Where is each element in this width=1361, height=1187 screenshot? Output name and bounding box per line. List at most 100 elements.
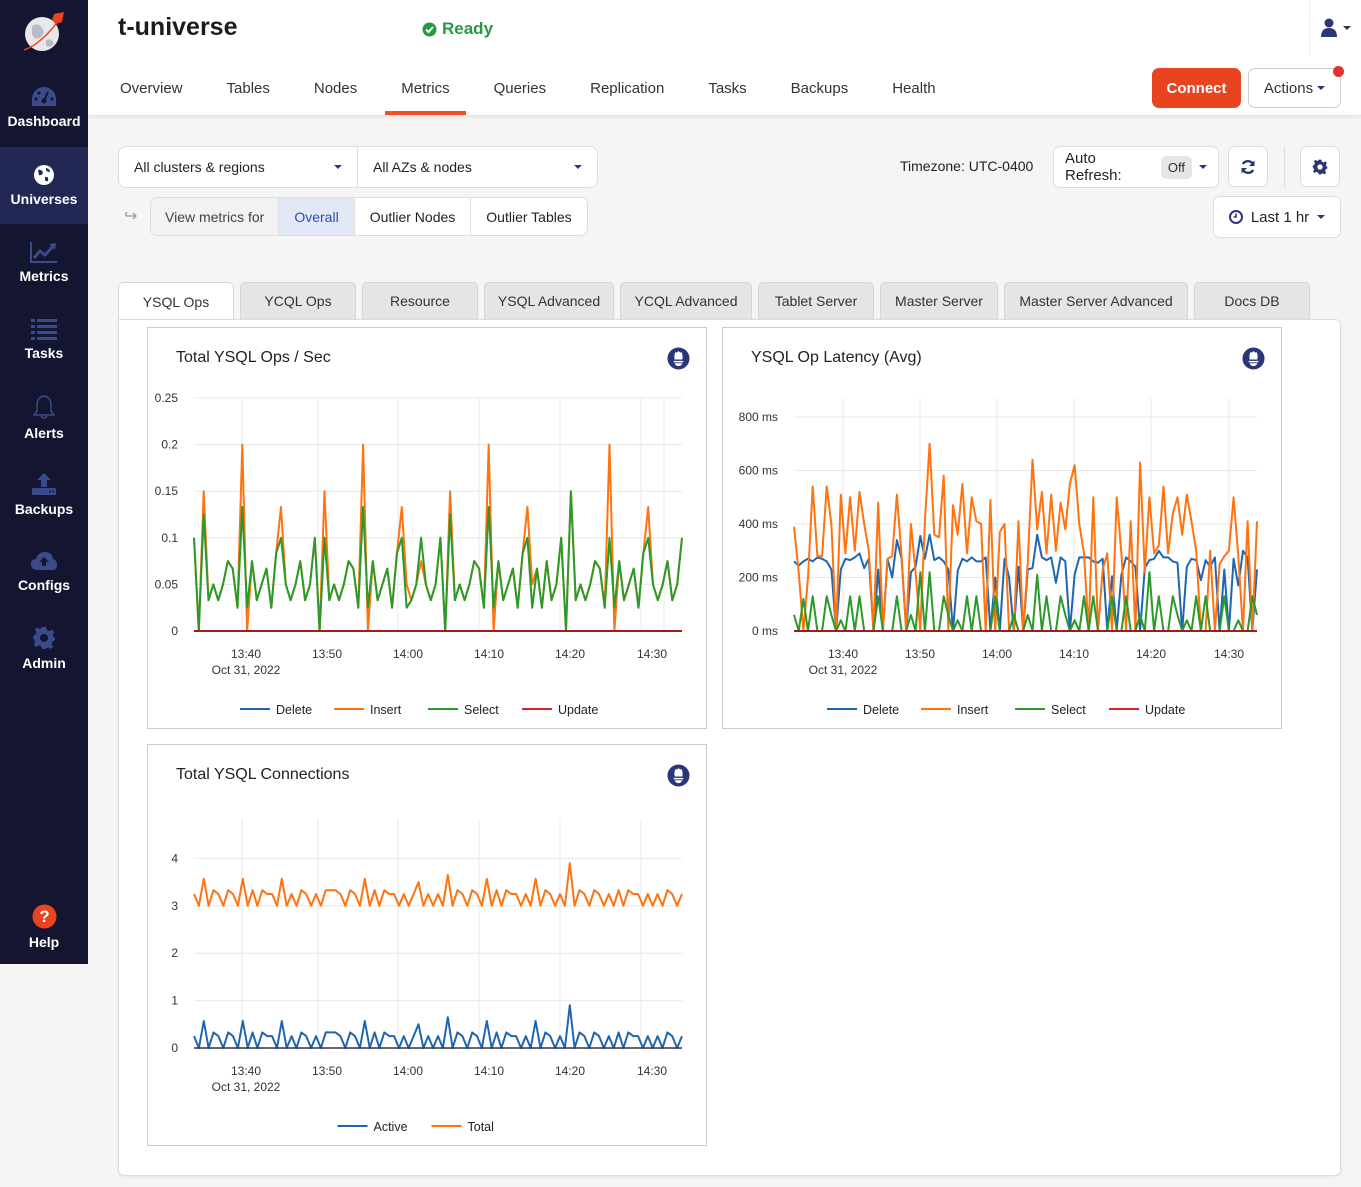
x-date-label: Oct 31, 2022 xyxy=(212,663,281,677)
az-node-select[interactable]: All AZs & nodes xyxy=(358,146,598,188)
tab-metrics[interactable]: Metrics xyxy=(385,70,466,115)
x-tick-label: 14:20 xyxy=(555,647,585,661)
y-tick-label: 600 ms xyxy=(739,464,778,478)
tab-tables[interactable]: Tables xyxy=(211,70,286,115)
refresh-icon xyxy=(1241,159,1255,174)
y-tick-label: 2 xyxy=(171,946,178,960)
chevron-down-icon xyxy=(1317,86,1326,90)
connect-button[interactable]: Connect xyxy=(1152,68,1241,108)
chart-line-icon xyxy=(30,242,57,263)
y-tick-label: 0 ms xyxy=(752,624,778,638)
y-tick-label: 200 ms xyxy=(739,571,778,585)
metric-tab-master-server[interactable]: Master Server xyxy=(880,282,998,319)
sidebar-item-label: Alerts xyxy=(24,425,64,441)
metric-tab-docs-db[interactable]: Docs DB xyxy=(1194,282,1310,319)
x-tick-label: 13:50 xyxy=(905,647,935,661)
metric-tab-ysql-advanced[interactable]: YSQL Advanced xyxy=(484,282,614,319)
sidebar-item-metrics[interactable]: Metrics xyxy=(0,224,88,301)
x-tick-label: 14:20 xyxy=(1136,647,1166,661)
legend-label-active: Active xyxy=(374,1120,408,1134)
x-date-label: Oct 31, 2022 xyxy=(809,663,878,677)
metric-tab-resource[interactable]: Resource xyxy=(362,282,478,319)
legend-label-delete: Delete xyxy=(863,703,899,717)
tab-nodes[interactable]: Nodes xyxy=(298,70,373,115)
x-tick-label: 14:10 xyxy=(474,1064,504,1078)
view-outlier-tables-option[interactable]: Outlier Tables xyxy=(471,198,586,235)
y-tick-label: 0.1 xyxy=(161,531,178,545)
y-tick-label: 800 ms xyxy=(739,410,778,424)
az-node-value: All AZs & nodes xyxy=(373,159,472,175)
view-outlier-nodes-option[interactable]: Outlier Nodes xyxy=(355,198,472,235)
upload-icon xyxy=(32,473,56,495)
x-tick-label: 14:30 xyxy=(637,647,667,661)
clock-icon xyxy=(1228,210,1243,224)
view-overall-option[interactable]: Overall xyxy=(279,198,355,235)
actions-label: Actions xyxy=(1263,79,1314,97)
tab-queries[interactable]: Queries xyxy=(478,70,563,115)
check-circle-icon xyxy=(422,22,437,36)
chart-card-ysql-latency: YSQL Op Latency (Avg) 0 ms 200 ms 400 ms 60… xyxy=(722,327,1282,729)
series-line-total xyxy=(193,862,683,907)
series-line-active xyxy=(193,1004,683,1049)
metric-tab-master-server-advanced[interactable]: Master Server Advanced xyxy=(1004,282,1188,319)
notification-dot xyxy=(1333,66,1344,77)
globe-icon xyxy=(34,165,54,185)
x-date-label: Oct 31, 2022 xyxy=(212,1080,281,1094)
metric-tab-ycql-ops[interactable]: YCQL Ops xyxy=(240,282,356,319)
chevron-down-icon xyxy=(1342,26,1351,30)
sidebar-item-configs[interactable]: Configs xyxy=(0,533,88,610)
time-range-select[interactable]: Last 1 hr xyxy=(1213,196,1341,238)
chevron-down-icon xyxy=(334,165,342,169)
metric-tab-tablet-server[interactable]: Tablet Server xyxy=(758,282,874,319)
y-tick-label: 0.15 xyxy=(155,484,179,498)
x-tick-label: 14:10 xyxy=(1059,647,1089,661)
ysql-connections-chart: 0 1 2 3 4 13:40 13:50 14:00 14:10 14:20 14:30 Oct 3… xyxy=(171,819,683,1134)
legend-label-total: Total xyxy=(468,1120,494,1134)
series-line-select xyxy=(193,490,683,632)
actions-button[interactable]: Actions xyxy=(1248,68,1341,108)
view-metrics-for-toggle: View metrics for Overall Outlier Nodes O… xyxy=(150,197,588,236)
x-tick-label: 14:10 xyxy=(474,647,504,661)
timezone-label: Timezone: UTC-0400 xyxy=(900,158,1034,174)
status-badge: Ready xyxy=(422,19,493,39)
cloud-upload-icon xyxy=(31,552,57,570)
user-menu[interactable] xyxy=(1309,0,1361,56)
sidebar-item-label: Help xyxy=(28,933,60,950)
legend-label-select: Select xyxy=(1051,703,1086,717)
tab-health[interactable]: Health xyxy=(876,70,951,115)
sidebar-item-universes[interactable]: Universes xyxy=(0,147,88,224)
y-tick-label: 0 xyxy=(171,1041,178,1055)
universe-header: t-universe Ready Overview Tables Nodes M… xyxy=(88,0,1361,116)
ysql-latency-chart: 0 ms 200 ms 400 ms 600 ms 800 ms 13:40 13:50 14… xyxy=(739,398,1258,717)
tab-backups[interactable]: Backups xyxy=(775,70,865,115)
sidebar-item-backups[interactable]: Backups xyxy=(0,456,88,533)
sidebar-item-admin[interactable]: Admin xyxy=(0,610,88,687)
metric-tab-ysql-ops[interactable]: YSQL Ops xyxy=(118,282,234,320)
metric-tab-ycql-advanced[interactable]: YCQL Advanced xyxy=(620,282,752,319)
yugabyte-logo[interactable] xyxy=(22,10,66,54)
sidebar-item-dashboard[interactable]: Dashboard xyxy=(0,69,88,146)
y-tick-label: 0.2 xyxy=(161,438,178,452)
tab-overview[interactable]: Overview xyxy=(104,70,199,115)
settings-button[interactable] xyxy=(1300,146,1340,187)
legend-label-select: Select xyxy=(464,703,499,717)
sidebar: Dashboard Universes Metrics Tasks Alerts… xyxy=(0,0,88,964)
universe-name: t-universe xyxy=(118,13,238,41)
tab-replication[interactable]: Replication xyxy=(574,70,680,115)
gear-icon xyxy=(1312,159,1328,174)
cluster-region-value: All clusters & regions xyxy=(134,159,265,175)
y-tick-label: 0.05 xyxy=(155,577,179,591)
auto-refresh-select[interactable]: Auto Refresh: Off xyxy=(1053,146,1219,188)
sidebar-item-tasks[interactable]: Tasks xyxy=(0,301,88,378)
x-tick-label: 14:20 xyxy=(555,1064,585,1078)
view-metrics-label: View metrics for xyxy=(151,198,280,235)
cluster-region-select[interactable]: All clusters & regions xyxy=(118,146,358,188)
sidebar-item-label: Admin xyxy=(22,655,66,671)
chevron-down-icon xyxy=(574,165,582,169)
user-icon xyxy=(1320,18,1337,37)
tab-tasks[interactable]: Tasks xyxy=(692,70,762,115)
refresh-button[interactable] xyxy=(1228,146,1268,187)
sidebar-item-alerts[interactable]: Alerts xyxy=(0,379,88,456)
dashboard-icon xyxy=(32,87,56,106)
sidebar-item-help[interactable]: ? Help xyxy=(0,888,88,965)
